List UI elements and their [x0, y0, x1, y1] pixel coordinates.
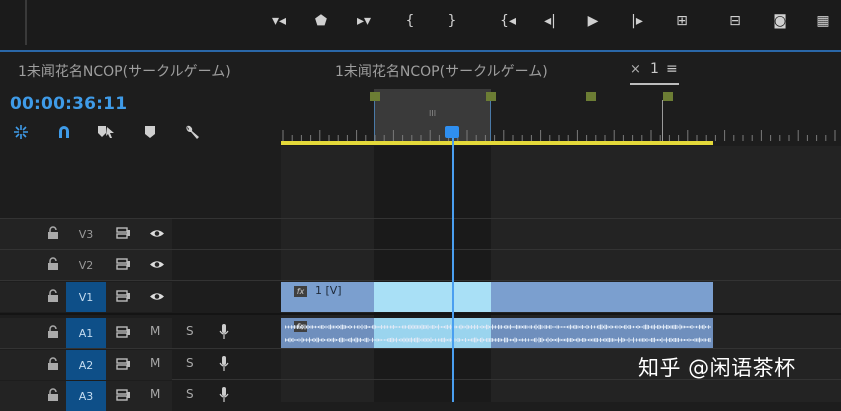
lock-icon[interactable]: [47, 289, 59, 303]
camera-icon[interactable]: ◙: [765, 8, 795, 34]
solo-button[interactable]: S: [186, 356, 194, 370]
lift-icon[interactable]: ⊞: [667, 8, 697, 34]
track-header-v2: V2: [0, 250, 281, 280]
video-clip-selected-range[interactable]: [374, 282, 491, 312]
comparison-icon[interactable]: ▦: [808, 8, 838, 34]
play-icon[interactable]: ▶: [578, 8, 608, 34]
fx-badge: fx: [294, 286, 307, 297]
lock-icon[interactable]: [47, 325, 59, 339]
track-target-v1[interactable]: V1: [66, 282, 106, 312]
mark-in-icon[interactable]: ▾◂: [264, 8, 294, 34]
lock-icon[interactable]: [47, 257, 59, 271]
lock-icon[interactable]: [47, 388, 59, 402]
track-target-a1[interactable]: A1: [66, 318, 106, 348]
go-to-out-icon[interactable]: }: [437, 8, 467, 34]
track-divider: [0, 348, 841, 349]
panel-menu-icon[interactable]: ≡: [666, 61, 678, 77]
range-grip[interactable]: III: [429, 109, 436, 118]
sequence-marker[interactable]: [486, 92, 496, 101]
track-target-v3[interactable]: V3: [66, 219, 106, 249]
watermark: 知乎 @闲语茶杯: [638, 356, 796, 380]
tab-source[interactable]: 1未闻花名NCOP(サークルゲーム): [18, 61, 231, 81]
transport-controls: ▾◂ ⬟ ▸▾ {} {◂ ◂| ▶ |▸ ⊞ ⊟ ◙ ▦: [0, 0, 841, 52]
eye-icon[interactable]: [149, 228, 165, 239]
linked-selection-icon[interactable]: [53, 121, 75, 143]
sync-lock-icon[interactable]: [116, 358, 131, 371]
solo-button[interactable]: S: [186, 324, 194, 338]
mute-button[interactable]: M: [150, 387, 160, 401]
playhead-timecode[interactable]: 00:00:36:11: [10, 94, 127, 114]
in-out-highlight: [374, 146, 491, 402]
tab-sequence-1[interactable]: 1: [650, 61, 659, 77]
video-clip[interactable]: fx 1 [V]: [281, 282, 713, 312]
mute-button[interactable]: M: [150, 356, 160, 370]
go-to-in-icon[interactable]: {: [395, 8, 425, 34]
mark-out-icon[interactable]: ▸▾: [349, 8, 379, 34]
panel-divider: [25, 0, 27, 45]
marker-icon[interactable]: ⬟: [306, 8, 336, 34]
sync-lock-icon[interactable]: [116, 258, 131, 271]
mute-button[interactable]: M: [150, 324, 160, 338]
lock-icon[interactable]: [47, 226, 59, 240]
sync-lock-icon[interactable]: [116, 389, 131, 402]
track-target-v2[interactable]: V2: [66, 250, 106, 280]
ruler-ticks: [282, 130, 836, 141]
tab-bar: 1未闻花名NCOP(サークルゲーム) 1未闻花名NCOP(サークルゲーム) × …: [0, 52, 841, 89]
sequence-marker[interactable]: [586, 92, 596, 101]
step-forward-icon[interactable]: |▸: [622, 8, 652, 34]
track-target-a2[interactable]: A2: [66, 350, 106, 380]
clip-label: 1 [V]: [315, 284, 342, 297]
eye-icon[interactable]: [149, 291, 165, 302]
track-header-a2: A2 M S: [0, 350, 281, 380]
video-audio-divider: [0, 313, 841, 315]
playhead-handle[interactable]: [445, 126, 459, 138]
extract-icon[interactable]: ⊟: [720, 8, 750, 34]
lock-icon[interactable]: [47, 357, 59, 371]
eye-icon[interactable]: [149, 259, 165, 270]
wrench-icon[interactable]: [181, 121, 203, 143]
sequence-marker[interactable]: [370, 92, 380, 101]
solo-button[interactable]: S: [186, 387, 194, 401]
track-header-a3: A3 M S: [0, 381, 281, 411]
marker-icon[interactable]: [139, 121, 161, 143]
playhead-line: [452, 136, 454, 402]
sync-lock-icon[interactable]: [116, 326, 131, 339]
track-header-v1: V1: [0, 282, 281, 312]
sequence-marker[interactable]: [663, 92, 673, 101]
sync-lock-icon[interactable]: [116, 227, 131, 240]
track-target-a3[interactable]: A3: [66, 381, 106, 411]
microphone-icon[interactable]: [219, 386, 229, 404]
tab-program[interactable]: 1未闻花名NCOP(サークルゲーム): [335, 61, 548, 81]
active-tab-indicator: [630, 83, 679, 85]
step-to-in-icon[interactable]: {◂: [493, 8, 523, 34]
track-header-v3: V3: [0, 219, 281, 249]
add-marker-tool-icon[interactable]: [95, 121, 117, 143]
microphone-icon[interactable]: [219, 355, 229, 373]
track-divider: [0, 280, 841, 281]
step-back-icon[interactable]: ◂|: [535, 8, 565, 34]
audio-waveform: [285, 324, 711, 343]
close-icon[interactable]: ×: [630, 62, 641, 77]
track-header-a1: A1 M S: [0, 318, 281, 348]
snap-icon[interactable]: [10, 121, 32, 143]
marker-line: [662, 100, 663, 142]
sync-lock-icon[interactable]: [116, 290, 131, 303]
microphone-icon[interactable]: [219, 323, 229, 341]
work-area-bar[interactable]: [281, 141, 713, 145]
